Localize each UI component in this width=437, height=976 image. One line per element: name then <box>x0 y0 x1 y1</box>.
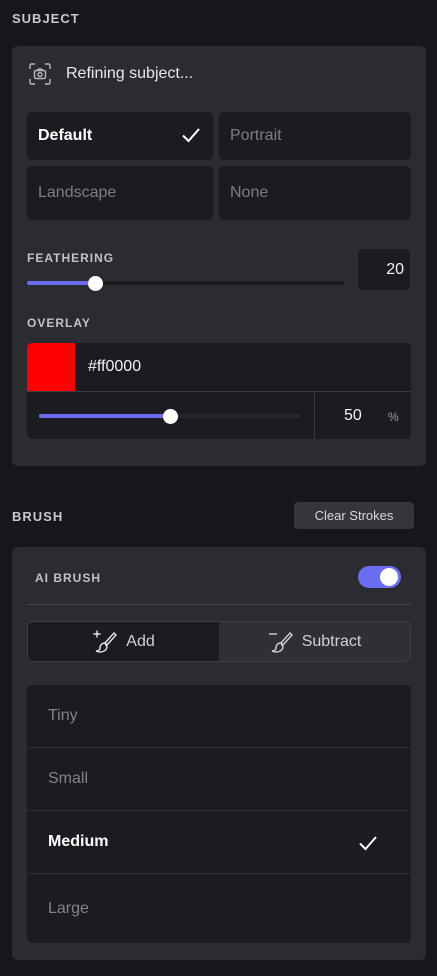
preset-default[interactable]: Default <box>27 112 213 160</box>
overlay-divider <box>27 391 411 392</box>
overlay-label: OVERLAY <box>27 316 91 330</box>
preset-portrait[interactable]: Portrait <box>219 112 411 160</box>
brush-mode-subtract[interactable]: Subtract <box>219 622 410 661</box>
toggle-knob <box>380 568 398 586</box>
ai-brush-label: AI BRUSH <box>35 571 102 585</box>
clear-strokes-button[interactable]: Clear Strokes <box>294 502 414 529</box>
feathering-label: FEATHERING <box>27 251 115 265</box>
brush-section-title: BRUSH <box>12 509 64 524</box>
overlay-opacity-slider-handle[interactable] <box>163 409 178 424</box>
list-item-label: Large <box>48 899 89 917</box>
ai-brush-toggle[interactable] <box>358 566 401 588</box>
brush-mode-add[interactable]: Add <box>28 622 219 661</box>
feathering-value-input[interactable]: 20 <box>358 249 410 290</box>
list-item-label: Medium <box>48 833 109 850</box>
brush-size-list: Tiny Small Medium Large <box>27 685 411 943</box>
check-icon <box>181 127 201 143</box>
subject-status-text: Refining subject... <box>66 65 194 82</box>
brush-size-large[interactable]: Large <box>27 874 411 943</box>
overlay-opacity-slider-fill <box>39 414 170 418</box>
brush-size-medium[interactable]: Medium <box>27 811 411 874</box>
brush-subtract-icon <box>268 630 294 654</box>
brush-mode-label: Subtract <box>301 632 362 650</box>
check-icon <box>358 835 378 851</box>
feathering-slider-fill <box>27 281 95 285</box>
camera-focus-icon <box>29 63 51 85</box>
overlay-opacity-unit: % <box>388 410 399 424</box>
preset-none[interactable]: None <box>219 166 411 220</box>
preset-label: Default <box>38 127 93 144</box>
ai-brush-divider <box>27 604 411 605</box>
preset-label: Portrait <box>230 127 282 144</box>
preset-landscape[interactable]: Landscape <box>27 166 213 220</box>
list-item-label: Tiny <box>48 707 78 724</box>
overlay-hex-input[interactable]: #ff0000 <box>88 358 141 376</box>
brush-mode-label: Add <box>126 632 155 650</box>
brush-add-icon <box>92 630 118 654</box>
brush-size-tiny[interactable]: Tiny <box>27 685 411 748</box>
preset-label: Landscape <box>38 184 117 201</box>
overlay-color-swatch[interactable] <box>27 343 75 391</box>
list-item-label: Small <box>48 770 89 787</box>
preset-label: None <box>230 184 269 201</box>
subject-section-title: SUBJECT <box>12 11 80 26</box>
opacity-divider <box>314 392 315 439</box>
feathering-slider-handle[interactable] <box>88 276 103 291</box>
brush-size-small[interactable]: Small <box>27 748 411 811</box>
overlay-opacity-value[interactable]: 50 <box>344 407 362 425</box>
